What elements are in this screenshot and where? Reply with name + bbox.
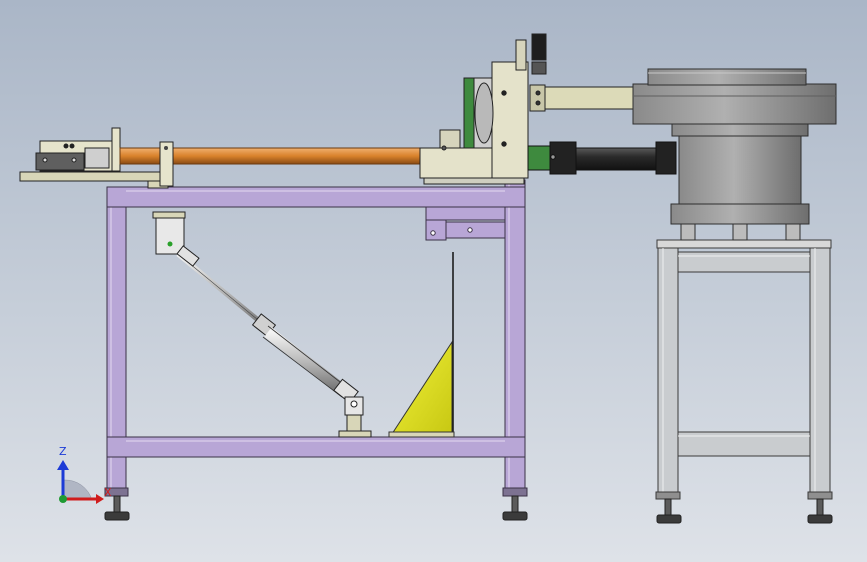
gas-spring[interactable] xyxy=(152,211,372,438)
x-axis-head xyxy=(96,494,104,504)
x-axis-label: X xyxy=(104,486,112,499)
triad-origin xyxy=(59,495,67,503)
leveling-feet[interactable] xyxy=(104,495,528,521)
graphics-viewport[interactable]: Z X xyxy=(0,0,867,562)
material-tube[interactable] xyxy=(119,141,421,187)
clamp-station[interactable] xyxy=(419,33,547,185)
transfer-arm[interactable] xyxy=(529,84,637,112)
coordinate-triad: Z X xyxy=(57,445,112,504)
triangle-support[interactable] xyxy=(388,252,455,438)
z-axis-label: Z xyxy=(59,445,67,458)
stand-feet[interactable] xyxy=(656,498,833,524)
z-axis-head xyxy=(57,460,69,470)
triad-plane xyxy=(63,479,93,501)
cad-model-view[interactable]: Z X xyxy=(0,0,867,562)
bowl-stand[interactable] xyxy=(655,239,833,500)
pneumatic-cylinder[interactable] xyxy=(527,141,677,175)
